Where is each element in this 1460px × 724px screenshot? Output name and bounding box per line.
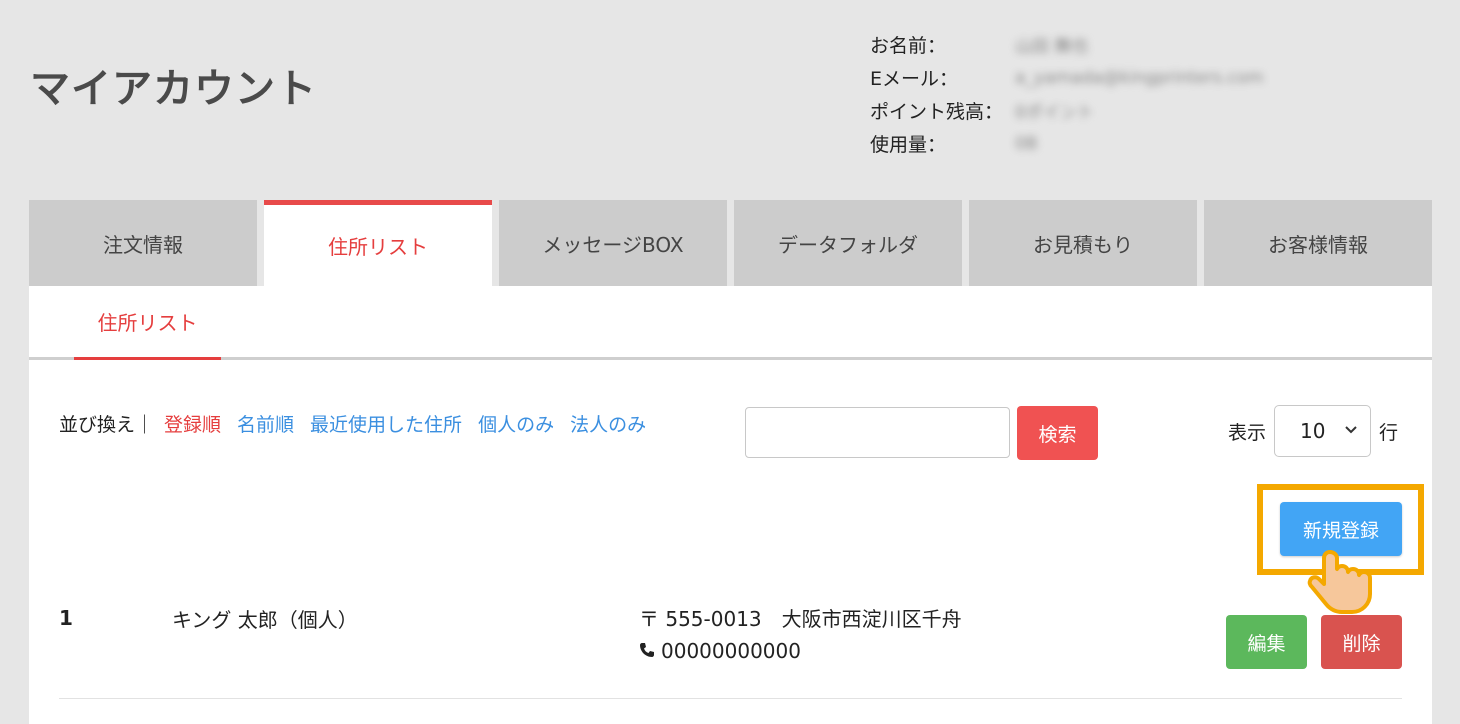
search-input[interactable] [745,407,1010,458]
main-tabs: 注文情報 住所リスト メッセージBOX データフォルダ お見積もり お客様情報 [29,200,1432,286]
sort-label: 並び換え｜ [59,414,155,436]
tab-address-list[interactable]: 住所リスト [264,200,492,286]
user-info: お名前： 山田 舞也 Eメール： a_yamada@kingprinters.c… [870,28,1264,160]
subtab-bar: 住所リスト [29,286,1432,360]
rows-per-page: 表示 10 行 [1228,405,1398,457]
delete-button[interactable]: 削除 [1321,615,1402,669]
subtab-address-list[interactable]: 住所リスト [74,286,221,360]
rows-per-page-select[interactable]: 10 [1274,405,1372,457]
tab-message-box[interactable]: メッセージBOX [499,200,727,286]
row-name: キング 太郎（個人） [172,608,358,632]
phone-icon [639,635,655,667]
filter-corporate[interactable]: 法人のみ [570,410,646,437]
search-button[interactable]: 検索 [1017,406,1098,460]
filter-individual[interactable]: 個人のみ [478,410,554,437]
row-address: 〒 555-0013 大阪市西淀川区千舟 00000000000 [639,603,962,667]
rows-per-page-value: 10 [1300,419,1326,443]
sort-by-registration[interactable]: 登録順 [164,410,221,437]
row-number: 1 [59,606,73,630]
user-info-email: Eメール： a_yamada@kingprinters.com [870,67,1264,91]
chevron-down-icon [1344,423,1358,439]
sort-by-name[interactable]: 名前順 [237,410,294,437]
edit-button[interactable]: 編集 [1226,615,1307,669]
user-info-usage: 使用量： 0B [870,133,1038,157]
user-info-points: ポイント残高： 0ポイント [870,101,1094,123]
table-row: 1 キング 太郎（個人） 〒 555-0013 大阪市西淀川区千舟 000000… [59,586,1402,699]
user-info-name: お名前： 山田 舞也 [870,35,1089,57]
row-postal-address: 〒 555-0013 大阪市西淀川区千舟 [639,607,962,631]
row-phone-number: 00000000000 [661,639,801,663]
page-title: マイアカウント [30,66,317,112]
tab-estimates[interactable]: お見積もり [969,200,1197,286]
tab-customer-info[interactable]: お客様情報 [1204,200,1432,286]
tab-data-folder[interactable]: データフォルダ [734,200,962,286]
address-panel: 住所リスト 並び換え｜ 登録順 名前順 最近使用した住所 個人のみ 法人のみ 検… [29,286,1432,724]
row-phone: 00000000000 [639,635,962,667]
display-prefix: 表示 [1228,421,1267,444]
sort-options: 並び換え｜ 登録順 名前順 最近使用した住所 個人のみ 法人のみ [59,410,646,437]
sort-by-recent[interactable]: 最近使用した住所 [310,410,462,437]
tab-orders[interactable]: 注文情報 [29,200,257,286]
display-suffix: 行 [1379,421,1399,444]
